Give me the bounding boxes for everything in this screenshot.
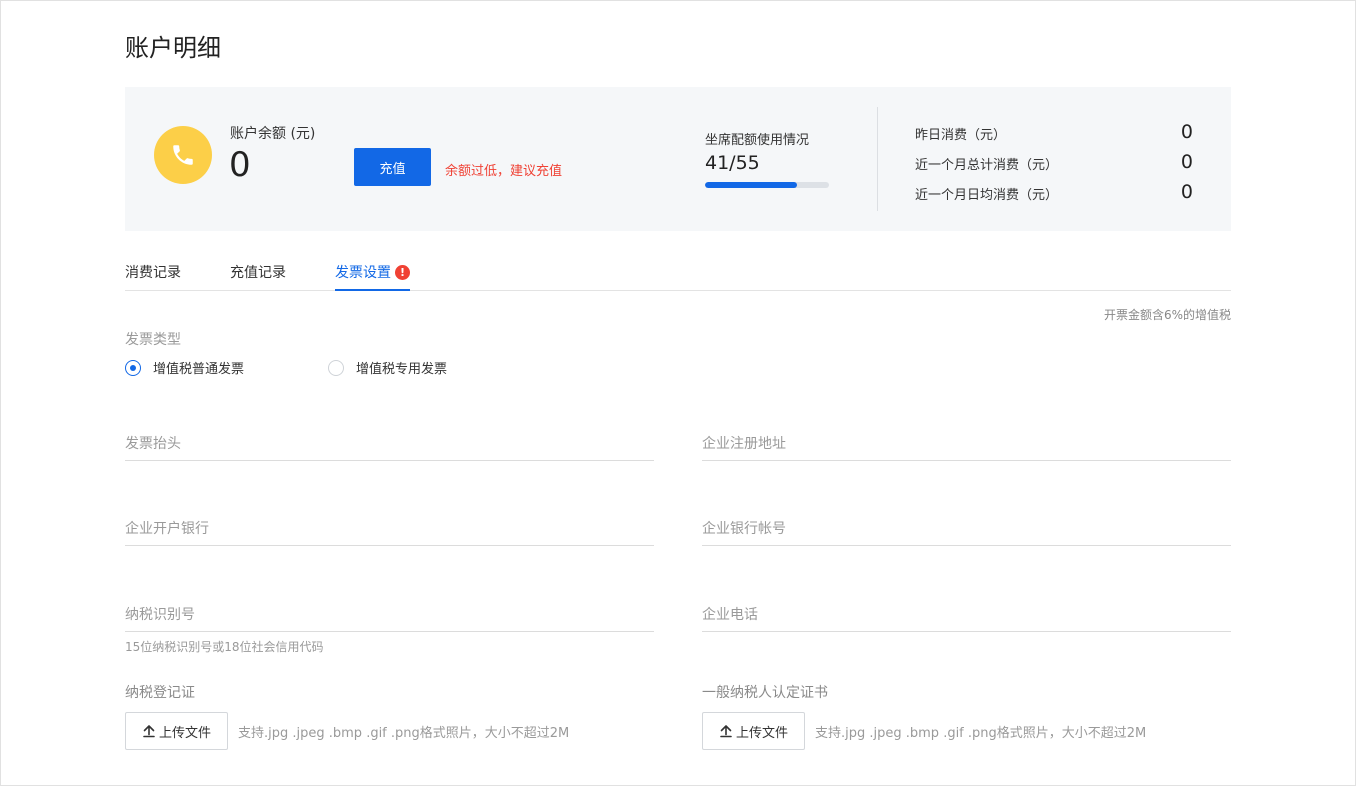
radio-label: 增值税普通发票 — [153, 362, 245, 377]
tab-label: 充值记录 — [230, 265, 286, 281]
balance-label: 账户余额 (元) — [230, 126, 316, 142]
quota-progress-fill — [705, 182, 798, 188]
upload-format-hint: 支持.jpg .jpeg .bmp .gif .png格式照片，大小不超过2M — [238, 726, 570, 741]
stat-label-yesterday: 昨日消费（元） — [915, 128, 1007, 143]
radio-vat-special-invoice[interactable]: 增值税专用发票 — [328, 358, 447, 377]
tax-id-input[interactable] — [125, 598, 654, 632]
stat-label-month-daily-avg: 近一个月日均消费（元） — [915, 188, 1059, 203]
stat-value-month-total: 0 — [1180, 151, 1193, 173]
company-bank-input[interactable] — [125, 512, 654, 546]
stat-value-yesterday: 0 — [1180, 121, 1193, 143]
general-taxpayer-cert-label: 一般纳税人认定证书 — [702, 685, 828, 701]
company-address-input[interactable] — [702, 427, 1231, 461]
account-summary-panel: 账户余额 (元) 0 充值 余额过低，建议充值 坐席配额使用情况 41/55 昨… — [125, 87, 1231, 231]
tab-recharge-records[interactable]: 充值记录 — [230, 262, 286, 289]
quota-value: 41/55 — [705, 152, 760, 174]
tab-label: 发票设置 — [335, 265, 391, 281]
upload-button-label: 上传文件 — [735, 725, 788, 741]
bank-account-input[interactable] — [702, 512, 1231, 546]
company-phone-input[interactable] — [702, 598, 1231, 632]
tab-invoice-settings[interactable]: 发票设置! — [335, 262, 410, 291]
tab-bar: 消费记录 充值记录 发票设置! — [125, 262, 1231, 291]
tax-id-hint: 15位纳税识别号或18位社会信用代码 — [125, 640, 324, 654]
stat-label-month-total: 近一个月总计消费（元） — [915, 158, 1059, 173]
phone-icon — [154, 126, 212, 184]
low-balance-warning: 余额过低，建议充值 — [445, 164, 563, 179]
upload-button-label: 上传文件 — [158, 725, 211, 741]
alert-icon: ! — [395, 265, 410, 280]
recharge-button[interactable]: 充值 — [354, 148, 431, 186]
invoice-type-label: 发票类型 — [125, 332, 181, 348]
invoice-title-input[interactable] — [125, 427, 654, 461]
tab-label: 消费记录 — [125, 265, 181, 281]
page-title: 账户明细 — [125, 34, 221, 62]
upload-format-hint: 支持.jpg .jpeg .bmp .gif .png格式照片，大小不超过2M — [815, 726, 1147, 741]
upload-icon — [720, 725, 732, 738]
quota-label: 坐席配额使用情况 — [705, 133, 810, 148]
tab-consumption-records[interactable]: 消费记录 — [125, 262, 181, 289]
radio-checked-icon — [125, 359, 141, 376]
upload-tax-registration-button[interactable]: 上传文件 — [125, 712, 228, 750]
balance-value: 0 — [229, 145, 251, 185]
divider — [877, 107, 878, 211]
quota-progress-bar — [705, 182, 829, 188]
tax-registration-label: 纳税登记证 — [125, 685, 195, 701]
upload-taxpayer-cert-button[interactable]: 上传文件 — [702, 712, 805, 750]
radio-unchecked-icon — [328, 359, 344, 376]
upload-icon — [143, 725, 155, 738]
tax-note: 开票金额含6%的增值税 — [1103, 308, 1231, 322]
stat-value-month-daily-avg: 0 — [1180, 181, 1193, 203]
radio-label: 增值税专用发票 — [356, 362, 448, 377]
radio-vat-general-invoice[interactable]: 增值税普通发票 — [125, 358, 244, 377]
